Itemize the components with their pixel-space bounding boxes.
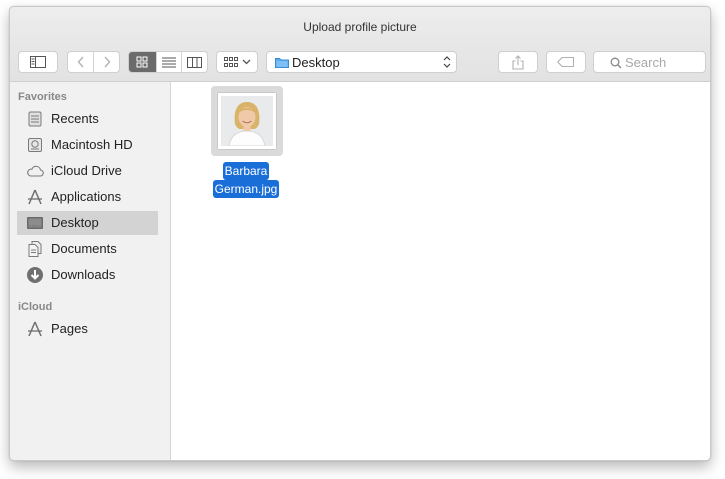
sidebar-item-icloud-drive[interactable]: iCloud Drive	[17, 159, 158, 183]
back-button[interactable]	[68, 52, 93, 72]
column-view-button[interactable]	[180, 52, 207, 72]
portrait-photo-icon	[221, 96, 273, 146]
icon-view-button[interactable]	[129, 52, 156, 72]
file-name-label: Barbara German.jpg	[210, 162, 282, 198]
file-thumbnail-highlight	[211, 86, 283, 156]
documents-icon	[28, 241, 42, 257]
arrange-menu-button[interactable]	[216, 51, 258, 73]
desktop-icon	[27, 217, 43, 229]
share-button[interactable]	[498, 51, 538, 73]
tag-icon	[557, 57, 575, 67]
sidebar-item-label: Documents	[51, 241, 117, 256]
search-input[interactable]	[625, 54, 700, 70]
sidebar: Favorites Recents Macintosh HD iCloud Dr	[10, 82, 171, 460]
file-name-line: German.jpg	[212, 180, 280, 198]
sidebar-item-applications[interactable]: Applications	[17, 185, 158, 209]
list-view-button[interactable]	[155, 52, 181, 72]
sidebar-item-label: Macintosh HD	[51, 137, 133, 152]
columns-icon	[186, 56, 202, 68]
sidebar-item-desktop[interactable]: Desktop	[17, 211, 158, 235]
chevron-left-icon	[77, 56, 84, 68]
forward-button[interactable]	[93, 52, 119, 72]
pages-icon	[28, 321, 42, 337]
titlebar: Upload profile picture Desktop Search	[10, 7, 710, 82]
sidebar-item-downloads[interactable]: Downloads	[17, 263, 158, 287]
chevron-down-icon	[242, 59, 250, 65]
sidebar-toggle-button[interactable]	[18, 51, 58, 73]
file-thumbnail	[218, 93, 276, 149]
sidebar-item-recents[interactable]: Recents	[17, 107, 158, 131]
sidebar-icon	[30, 56, 46, 68]
view-mode-control	[128, 51, 208, 73]
chevron-right-icon	[103, 56, 110, 68]
file-name-line: Barbara	[222, 162, 270, 180]
recents-icon	[28, 111, 42, 127]
hard-drive-icon	[28, 138, 42, 152]
sidebar-item-label: iCloud Drive	[51, 163, 122, 178]
applications-icon	[28, 189, 42, 205]
cloud-icon	[27, 165, 44, 177]
tag-button[interactable]	[546, 51, 586, 73]
search-field[interactable]	[593, 51, 706, 73]
icloud-heading: iCloud	[18, 301, 53, 313]
sidebar-item-pages[interactable]: Pages	[17, 317, 158, 341]
sidebar-item-label: Downloads	[51, 267, 116, 282]
sidebar-item-macintosh-hd[interactable]: Macintosh HD	[17, 133, 158, 157]
grid-icon	[136, 56, 148, 68]
share-icon	[512, 54, 524, 70]
sidebar-item-label: Applications	[51, 189, 122, 204]
magnifier-icon	[610, 57, 622, 69]
folder-icon	[275, 58, 289, 68]
favorites-heading: Favorites	[18, 91, 67, 103]
list-icon	[161, 57, 176, 67]
location-label: Desktop	[292, 55, 340, 70]
sidebar-item-label: Pages	[51, 321, 88, 336]
location-popup[interactable]: Desktop	[266, 51, 457, 73]
sidebar-item-label: Recents	[51, 111, 99, 126]
file-picker-window: Upload profile picture Desktop Search Fa…	[9, 6, 711, 461]
up-down-arrows-icon	[443, 56, 451, 68]
window-title: Upload profile picture	[303, 20, 417, 34]
sidebar-item-label: Desktop	[51, 215, 99, 230]
arrange-grid-icon	[223, 56, 238, 67]
downloads-icon	[27, 267, 43, 283]
sidebar-item-documents[interactable]: Documents	[17, 237, 158, 261]
file-browser: Barbara German.jpg	[171, 82, 710, 460]
nav-buttons	[67, 51, 120, 73]
